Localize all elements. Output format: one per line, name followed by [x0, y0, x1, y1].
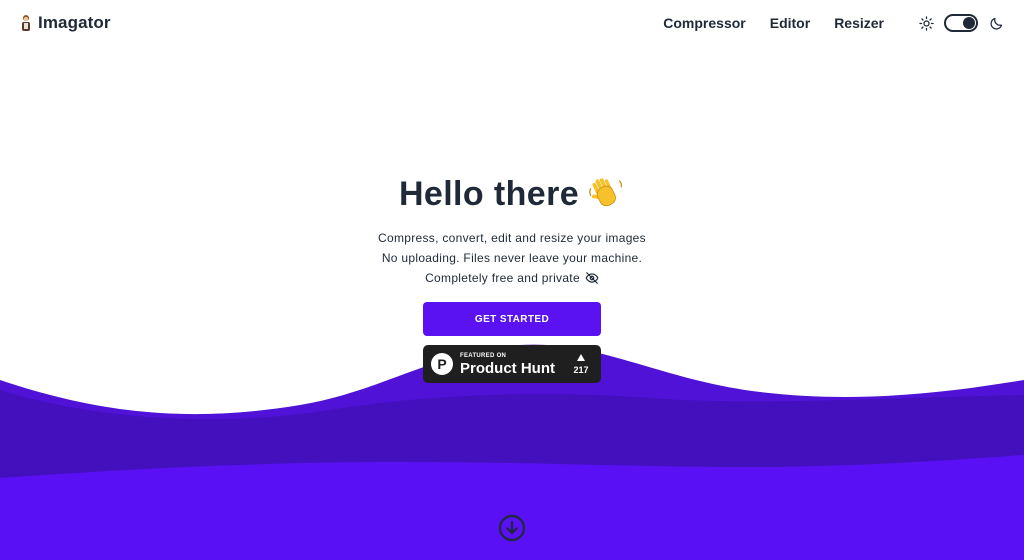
product-hunt-logo-icon: P	[431, 353, 453, 375]
eye-off-icon	[585, 272, 599, 284]
hero-line-3-text: Completely free and private	[425, 271, 580, 285]
nav-links: Compressor Editor Resizer	[663, 15, 884, 31]
sun-icon	[918, 15, 934, 31]
hero-section: Hello there Compress, convert, edit and …	[0, 170, 1024, 288]
upvote-arrow-icon	[577, 353, 585, 361]
get-started-button[interactable]: GET STARTED	[423, 302, 601, 336]
product-hunt-name: Product Hunt	[460, 359, 555, 377]
nav-link-resizer[interactable]: Resizer	[834, 15, 884, 31]
product-hunt-votes: 217	[569, 353, 593, 375]
hero-description: Compress, convert, edit and resize your …	[0, 228, 1024, 288]
arrow-down-circle-icon[interactable]	[498, 514, 526, 542]
imagator-logo-icon	[22, 15, 30, 31]
product-hunt-text: FEATURED ON Product Hunt	[460, 353, 555, 376]
brand-link[interactable]: Imagator	[20, 13, 111, 33]
waving-hand-icon	[589, 178, 623, 207]
wave-front-layer	[0, 455, 1024, 560]
brand-name: Imagator	[38, 13, 111, 32]
hero-title: Hello there	[399, 170, 625, 218]
page: Imagator Compressor Editor Resizer Hello…	[0, 0, 1024, 560]
moon-icon	[988, 15, 1004, 31]
navbar: Imagator Compressor Editor Resizer	[0, 0, 1024, 46]
theme-toggle-knob	[963, 17, 975, 29]
product-hunt-vote-count: 217	[573, 364, 589, 375]
hero-line-2: No uploading. Files never leave your mac…	[381, 251, 643, 265]
hero-line-1: Compress, convert, edit and resize your …	[378, 231, 646, 245]
hero-title-text: Hello there	[398, 174, 580, 213]
product-hunt-badge[interactable]: P FEATURED ON Product Hunt 217	[423, 345, 601, 383]
nav-link-compressor[interactable]: Compressor	[663, 15, 745, 31]
hero-line-3: Completely free and private	[0, 268, 1024, 288]
theme-controls	[918, 14, 1004, 32]
nav-link-editor[interactable]: Editor	[770, 15, 810, 31]
product-hunt-featured-label: FEATURED ON	[460, 352, 507, 359]
theme-toggle[interactable]	[944, 14, 978, 32]
